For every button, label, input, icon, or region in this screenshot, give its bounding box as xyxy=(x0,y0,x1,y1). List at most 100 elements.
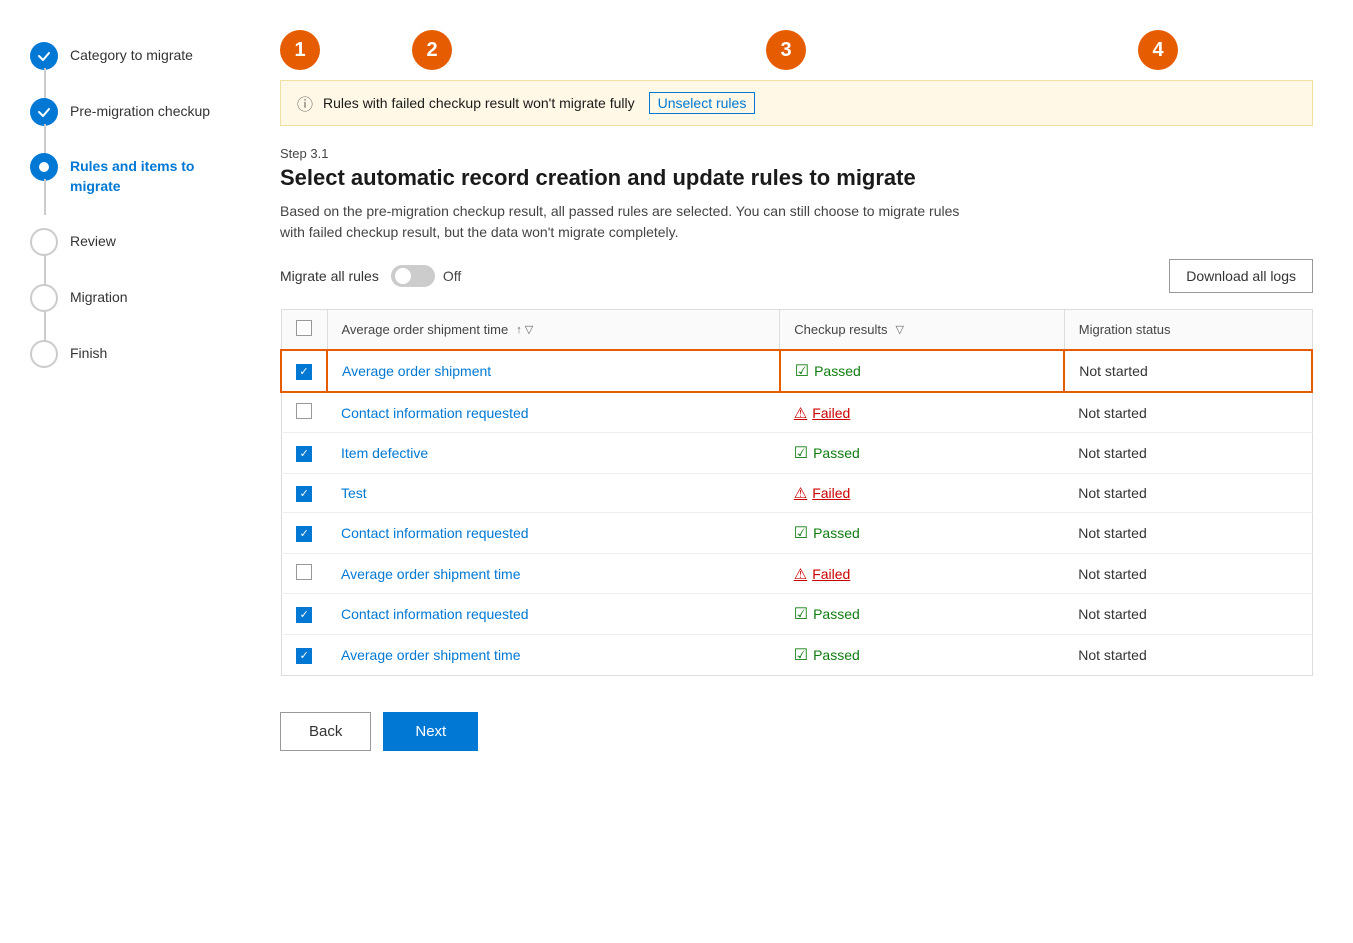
checkup-status: ☑ Passed xyxy=(794,443,1051,463)
callout-1: 1 xyxy=(280,30,320,70)
header-checkbox[interactable] xyxy=(296,320,312,336)
sort-icon[interactable]: ↑ ▽ xyxy=(516,323,533,336)
checkup-filter-icon[interactable]: ▽ xyxy=(895,323,903,336)
step-indicator-completed xyxy=(30,42,58,70)
sidebar-item-rules[interactable]: Rules and items to migrate xyxy=(30,151,240,226)
passed-icon: ☑ xyxy=(794,645,808,665)
passed-icon: ☑ xyxy=(794,523,808,543)
callout-2: 2 xyxy=(412,30,452,70)
checkup-status: ☑ Passed xyxy=(794,523,1051,543)
step-number: Step 3.1 xyxy=(280,146,1313,161)
table-row: ✓ Contact information requested ☑ Passed No… xyxy=(281,594,1312,635)
migration-status: Not started xyxy=(1064,433,1312,474)
migrate-toggle[interactable] xyxy=(391,265,435,287)
passed-icon: ☑ xyxy=(794,443,808,463)
migration-status: Not started xyxy=(1064,474,1312,513)
table-row: ✓ Contact information requested ☑ Passed No… xyxy=(281,513,1312,554)
row-checkbox[interactable]: ✓ xyxy=(296,446,312,462)
unselect-rules-link[interactable]: Unselect rules xyxy=(649,92,756,114)
step-header: Step 3.1 Select automatic record creatio… xyxy=(280,146,1313,243)
rule-name-link[interactable]: Item defective xyxy=(341,445,428,461)
passed-icon: ☑ xyxy=(794,604,808,624)
row-checkbox[interactable]: ✓ xyxy=(296,526,312,542)
row-checkbox[interactable] xyxy=(296,564,312,580)
failed-icon: ⚠ xyxy=(794,565,807,583)
step-description: Based on the pre-migration checkup resul… xyxy=(280,201,980,243)
callout-3: 3 xyxy=(766,30,806,70)
th-checkbox xyxy=(281,310,327,351)
main-content: 1 2 3 4 ⓘ Rules with failed checkup resu… xyxy=(260,0,1353,943)
checkup-status: ☑ Passed xyxy=(795,361,1050,381)
table-body: ✓ Average order shipment ☑ Passed Not start… xyxy=(281,350,1312,676)
warning-text: Rules with failed checkup result won't m… xyxy=(323,95,635,111)
step-indicator-inactive xyxy=(30,228,58,256)
row-checkbox[interactable]: ✓ xyxy=(296,648,312,664)
callout-4: 4 xyxy=(1138,30,1178,70)
toggle-container[interactable]: Off xyxy=(391,265,461,287)
th-rule-name: Average order shipment time ↑ ▽ xyxy=(327,310,780,351)
step-title: Select automatic record creation and upd… xyxy=(280,165,1313,191)
sidebar-item-label2: Pre-migration checkup xyxy=(70,96,210,152)
rule-name-link[interactable]: Average order shipment time xyxy=(341,647,521,663)
rule-name-link[interactable]: Contact information requested xyxy=(341,525,529,541)
sidebar-item-finish[interactable]: Finish xyxy=(30,338,240,368)
step-indicator-active xyxy=(30,153,58,181)
sidebar-item-migration[interactable]: Migration xyxy=(30,282,240,338)
rule-name-link[interactable]: Test xyxy=(341,485,367,501)
info-icon: ⓘ xyxy=(297,91,313,115)
rule-name-link[interactable]: Contact information requested xyxy=(341,405,529,421)
table-header-row: Average order shipment time ↑ ▽ Checkup … xyxy=(281,310,1312,351)
step-indicator-completed2 xyxy=(30,98,58,126)
migrate-row: Migrate all rules Off Download all logs xyxy=(280,259,1313,293)
migrate-label-group: Migrate all rules Off xyxy=(280,265,461,287)
rule-name-link[interactable]: Contact information requested xyxy=(341,606,529,622)
sidebar-item-label3: Rules and items to migrate xyxy=(70,151,240,226)
checkup-status[interactable]: ⚠ Failed xyxy=(794,484,1051,502)
sidebar-item-label: Category to migrate xyxy=(70,40,193,96)
toggle-thumb xyxy=(395,268,411,284)
th-migration-status: Migration status xyxy=(1064,310,1312,351)
row-checkbox[interactable] xyxy=(296,403,312,419)
row-checkbox[interactable]: ✓ xyxy=(296,486,312,502)
sidebar-item-label4: Review xyxy=(70,226,116,282)
step-indicator-inactive2 xyxy=(30,284,58,312)
row-checkbox[interactable]: ✓ xyxy=(296,364,312,380)
sidebar-item-category[interactable]: Category to migrate xyxy=(30,40,240,96)
table-row: Average order shipment time ⚠ Failed Not s… xyxy=(281,554,1312,594)
warning-banner: ⓘ Rules with failed checkup result won't… xyxy=(280,80,1313,126)
sidebar-item-label6: Finish xyxy=(70,338,107,364)
table-row: ✓ Test ⚠ Failed Not started xyxy=(281,474,1312,513)
table-row: ✓ Average order shipment ☑ Passed Not start… xyxy=(281,350,1312,392)
sidebar-item-label5: Migration xyxy=(70,282,128,338)
step-indicator-inactive3 xyxy=(30,340,58,368)
next-button[interactable]: Next xyxy=(383,712,478,751)
checkup-status[interactable]: ⚠ Failed xyxy=(794,404,1051,422)
bottom-nav: Back Next xyxy=(280,696,1313,751)
rules-table: Average order shipment time ↑ ▽ Checkup … xyxy=(280,309,1313,676)
migration-status: Not started xyxy=(1064,635,1312,676)
sidebar-item-premigration[interactable]: Pre-migration checkup xyxy=(30,96,240,152)
migration-status: Not started xyxy=(1064,554,1312,594)
checkup-status: ☑ Passed xyxy=(794,604,1051,624)
checkup-status[interactable]: ⚠ Failed xyxy=(794,565,1051,583)
rule-name-link[interactable]: Average order shipment xyxy=(342,363,491,379)
download-all-logs-button[interactable]: Download all logs xyxy=(1169,259,1313,293)
row-checkbox[interactable]: ✓ xyxy=(296,607,312,623)
migrate-all-label: Migrate all rules xyxy=(280,268,379,284)
th-checkup: Checkup results ▽ xyxy=(780,310,1065,351)
rule-name-link[interactable]: Average order shipment time xyxy=(341,566,521,582)
migration-status: Not started xyxy=(1064,594,1312,635)
failed-icon: ⚠ xyxy=(794,484,807,502)
toggle-state-label: Off xyxy=(443,268,461,284)
passed-icon: ☑ xyxy=(795,361,809,381)
migration-status: Not started xyxy=(1064,513,1312,554)
back-button[interactable]: Back xyxy=(280,712,371,751)
checkup-status: ☑ Passed xyxy=(794,645,1051,665)
sidebar-item-review[interactable]: Review xyxy=(30,226,240,282)
sidebar: Category to migrate Pre-migration checku… xyxy=(0,0,260,943)
migration-status: Not started xyxy=(1064,392,1312,433)
table-row: ✓ Average order shipment time ☑ Passed Not … xyxy=(281,635,1312,676)
failed-icon: ⚠ xyxy=(794,404,807,422)
migration-status: Not started xyxy=(1064,350,1312,392)
table-row: Contact information requested ⚠ Failed Not… xyxy=(281,392,1312,433)
